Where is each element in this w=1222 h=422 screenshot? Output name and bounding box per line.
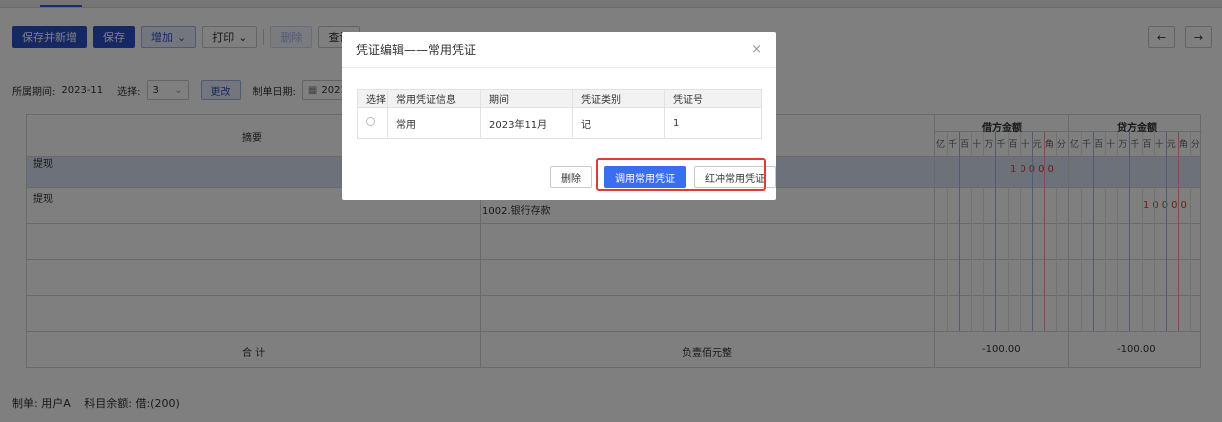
delete-common-voucher-button[interactable]: 删除 — [550, 166, 592, 188]
common-voucher-table: 选择 常用凭证信息 期间 凭证类别 凭证号 常用 2023年11月 记 1 — [357, 89, 762, 139]
period-cell: 2023年11月 — [480, 107, 573, 139]
table-row[interactable]: 常用 2023年11月 记 1 — [357, 107, 762, 139]
close-icon[interactable]: × — [751, 42, 762, 57]
info-cell: 常用 — [387, 107, 481, 139]
column-header: 常用凭证信息 — [387, 89, 481, 108]
select-cell[interactable] — [357, 107, 388, 139]
select-radio[interactable] — [366, 117, 375, 126]
column-header: 选择 — [357, 89, 388, 108]
column-header: 期间 — [480, 89, 573, 108]
number-cell: 1 — [664, 107, 762, 139]
dialog-header: 凭证编辑——常用凭证 × — [342, 32, 776, 68]
highlight-box — [596, 158, 766, 191]
dialog-title: 凭证编辑——常用凭证 — [356, 43, 477, 57]
column-header: 凭证类别 — [572, 89, 665, 108]
column-header: 凭证号 — [664, 89, 762, 108]
category-cell: 记 — [572, 107, 665, 139]
table-header-row: 选择 常用凭证信息 期间 凭证类别 凭证号 — [357, 89, 762, 108]
